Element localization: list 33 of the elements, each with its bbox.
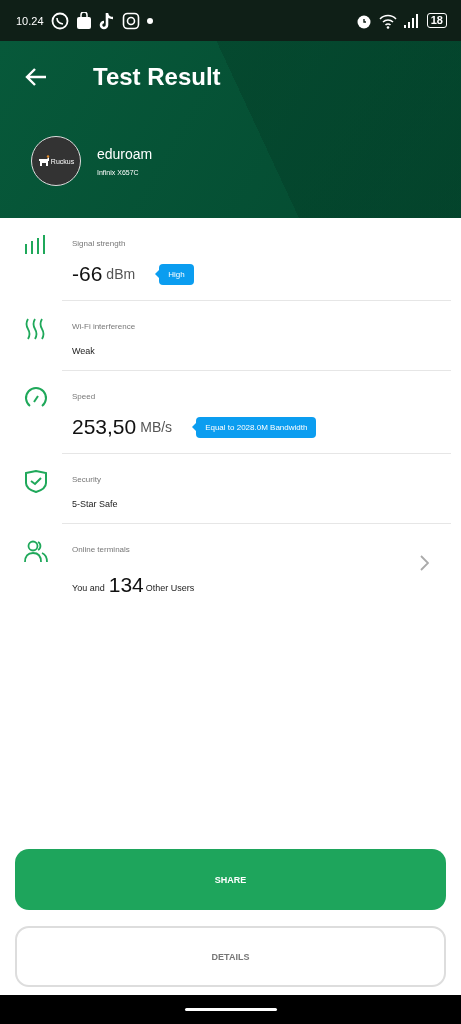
network-name: eduroam xyxy=(97,146,153,162)
camera-icon xyxy=(121,11,140,30)
clock-time: 10.24 xyxy=(16,14,44,27)
reading-unit: dBm xyxy=(106,266,136,282)
details-button[interactable]: DETAILS xyxy=(15,926,446,987)
battery-level: 18 xyxy=(426,13,447,28)
chevron-right-icon xyxy=(419,555,429,571)
back-button[interactable] xyxy=(24,67,48,87)
row-value: Weak xyxy=(72,345,95,356)
home-indicator[interactable] xyxy=(184,1008,277,1011)
row-label: Speed xyxy=(72,392,97,401)
dog-icon xyxy=(37,155,50,167)
shield-check-icon xyxy=(24,470,48,494)
reading-unit: MB/s xyxy=(140,419,173,435)
users-icon xyxy=(24,540,48,564)
share-button[interactable]: SHARE xyxy=(15,849,446,910)
shopping-bag-icon xyxy=(75,11,92,30)
dot-icon xyxy=(146,17,153,24)
users-count: 134 xyxy=(108,573,144,597)
reading-value: -66 xyxy=(72,262,103,286)
wifi-icon xyxy=(378,12,397,29)
reading-value: 253,50 xyxy=(72,415,137,439)
chat-icon xyxy=(50,11,69,30)
music-note-icon xyxy=(98,11,115,30)
row-value: 5-Star Safe xyxy=(72,498,118,509)
row-label: Wi-Fi interference xyxy=(72,322,137,331)
page-title: Test Result xyxy=(93,63,221,91)
row-label: Signal strength xyxy=(72,239,127,248)
users-prefix: You and xyxy=(72,583,105,593)
row-label: Security xyxy=(72,475,102,484)
users-suffix: Other Users xyxy=(145,583,195,593)
signal-bars-icon xyxy=(403,13,420,28)
row-label: Online terminals xyxy=(72,545,131,554)
